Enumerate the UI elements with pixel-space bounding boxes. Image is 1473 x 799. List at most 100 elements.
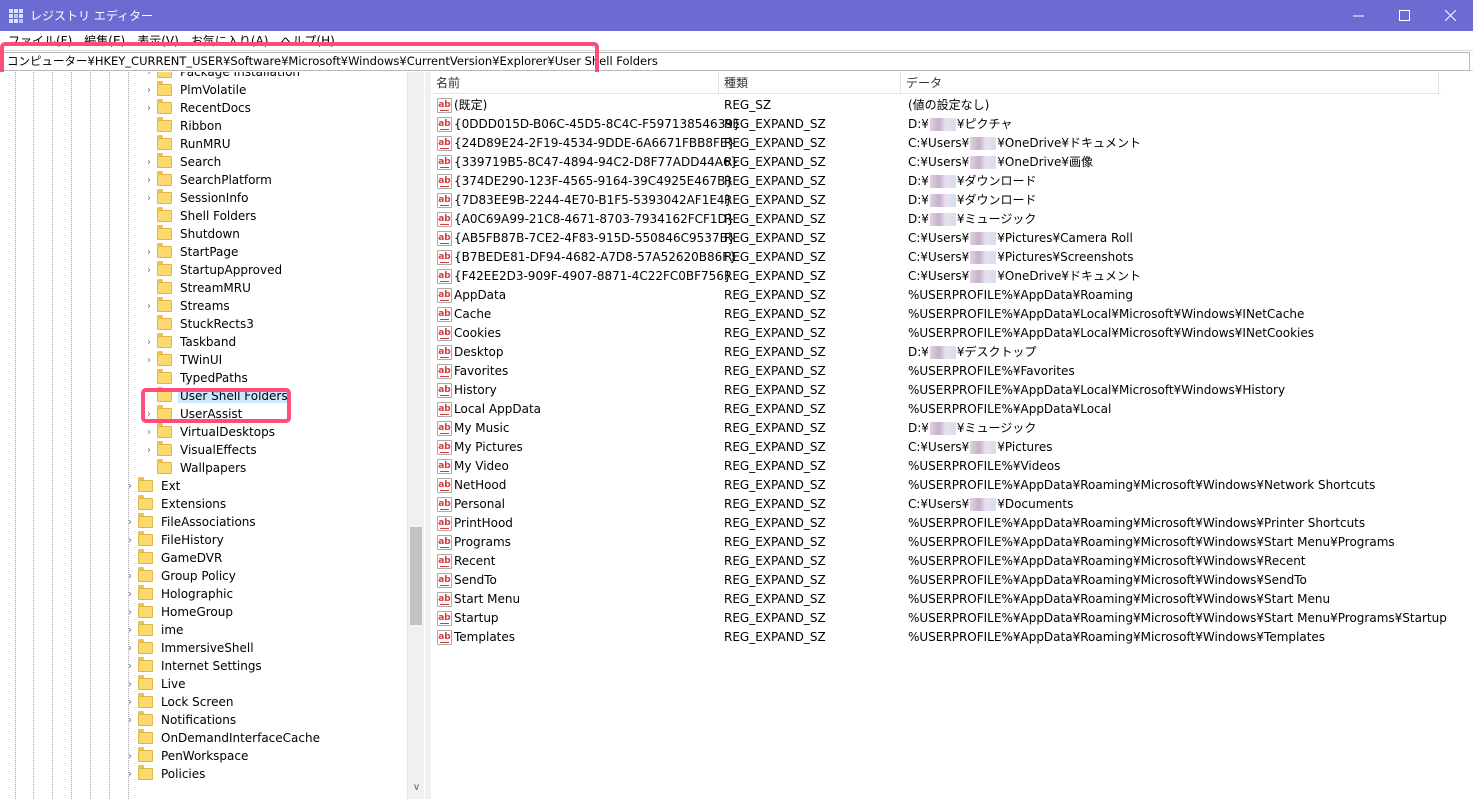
tree-node[interactable]: › FileAssociations — [124, 513, 258, 531]
tree-node[interactable]: › Package Installation — [143, 72, 302, 81]
chevron-right-icon[interactable]: › — [143, 337, 155, 348]
maximize-button[interactable] — [1381, 0, 1427, 31]
chevron-right-icon[interactable]: › — [124, 571, 136, 582]
tree-node[interactable]: › Notifications — [124, 711, 238, 729]
minimize-button[interactable] — [1335, 0, 1381, 31]
chevron-right-icon[interactable]: › — [143, 103, 155, 114]
value-row[interactable]: ab My Video REG_EXPAND_SZ %USERPROFILE%¥Vid… — [431, 457, 1471, 476]
menu-edit[interactable]: 編集(E) — [84, 32, 125, 49]
tree-node[interactable]: › RecentDocs — [143, 99, 253, 117]
value-row[interactable]: ab {0DDD015D-B06C-45D5-8C4C-F59713854639}… — [431, 115, 1471, 134]
scrollbar-thumb[interactable] — [410, 527, 422, 625]
chevron-right-icon[interactable]: › — [143, 427, 155, 438]
chevron-right-icon[interactable]: › — [124, 751, 136, 762]
tree-node[interactable]: › StartPage — [143, 243, 240, 261]
value-row[interactable]: ab SendTo REG_EXPAND_SZ %USERPROFILE%¥AppDa… — [431, 571, 1471, 590]
value-row[interactable]: ab {A0C69A99-21C8-4671-8703-7934162FCF1D}… — [431, 210, 1471, 229]
value-row[interactable]: ab {AB5FB87B-7CE2-4F83-915D-550846C9537B}… — [431, 229, 1471, 248]
value-row[interactable]: ab {7D83EE9B-2244-4E70-B1F5-5393042AF1E4}… — [431, 191, 1471, 210]
tree-node[interactable]: › Lock Screen — [124, 693, 235, 711]
chevron-right-icon[interactable]: › — [124, 715, 136, 726]
values-list[interactable]: 名前 種類 データ ab (既定) REG_SZ (値の設定なし) ab {0DDD015… — [431, 72, 1473, 799]
tree-node[interactable]: TypedPaths — [143, 369, 250, 387]
chevron-right-icon[interactable]: › — [143, 85, 155, 96]
chevron-right-icon[interactable]: › — [143, 355, 155, 366]
tree-node[interactable]: Shutdown — [143, 225, 242, 243]
tree-node[interactable]: Ribbon — [143, 117, 224, 135]
value-row[interactable]: ab {374DE290-123F-4565-9164-39C4925E467B}… — [431, 172, 1471, 191]
chevron-right-icon[interactable]: › — [124, 697, 136, 708]
chevron-right-icon[interactable]: › — [124, 589, 136, 600]
tree-node[interactable]: › SessionInfo — [143, 189, 251, 207]
menu-view[interactable]: 表示(V) — [137, 32, 179, 49]
tree-node[interactable]: › Live — [124, 675, 188, 693]
tree-node[interactable]: › Internet Settings — [124, 657, 264, 675]
value-row[interactable]: ab Personal REG_EXPAND_SZ C:¥Users¥ ¥Documen… — [431, 495, 1471, 514]
value-row[interactable]: ab AppData REG_EXPAND_SZ %USERPROFILE%¥AppD… — [431, 286, 1471, 305]
value-row[interactable]: ab Recent REG_EXPAND_SZ %USERPROFILE%¥AppDa… — [431, 552, 1471, 571]
chevron-right-icon[interactable]: › — [143, 193, 155, 204]
address-input[interactable]: コンピューター¥HKEY_CURRENT_USER¥Software¥Micro… — [0, 52, 1470, 71]
chevron-right-icon[interactable]: › — [124, 661, 136, 672]
value-row[interactable]: ab (既定) REG_SZ (値の設定なし) — [431, 96, 1471, 115]
chevron-right-icon[interactable]: › — [143, 157, 155, 168]
value-row[interactable]: ab NetHood REG_EXPAND_SZ %USERPROFILE%¥AppD… — [431, 476, 1471, 495]
chevron-right-icon[interactable]: › — [143, 301, 155, 312]
value-row[interactable]: ab Favorites REG_EXPAND_SZ %USERPROFILE%¥Fa… — [431, 362, 1471, 381]
tree-node[interactable]: › FileHistory — [124, 531, 226, 549]
chevron-right-icon[interactable]: › — [143, 445, 155, 456]
chevron-right-icon[interactable]: › — [143, 265, 155, 276]
tree-node[interactable]: OnDemandInterfaceCache — [124, 729, 322, 747]
chevron-right-icon[interactable]: › — [124, 643, 136, 654]
value-row[interactable]: ab {339719B5-8C47-4894-94C2-D8F77ADD44A6}… — [431, 153, 1471, 172]
tree-node[interactable]: › TWinUI — [143, 351, 224, 369]
chevron-right-icon[interactable]: › — [124, 481, 136, 492]
tree-node[interactable]: › ime — [124, 621, 185, 639]
value-row[interactable]: ab Cookies REG_EXPAND_SZ %USERPROFILE%¥AppD… — [431, 324, 1471, 343]
tree-node[interactable]: › Search — [143, 153, 223, 171]
tree-node[interactable]: Extensions — [124, 495, 228, 513]
column-data[interactable]: データ — [901, 72, 1439, 94]
chevron-right-icon[interactable]: › — [143, 175, 155, 186]
tree-node[interactable]: › StartupApproved — [143, 261, 284, 279]
menu-favorites[interactable]: お気に入り(A) — [191, 32, 269, 49]
tree-node[interactable]: › Ext — [124, 477, 182, 495]
value-row[interactable]: ab Desktop REG_EXPAND_SZ D:¥ ¥デスクトップ — [431, 343, 1471, 362]
tree-node[interactable]: › Streams — [143, 297, 232, 315]
close-button[interactable] — [1427, 0, 1473, 31]
tree-node[interactable]: › Group Policy — [124, 567, 238, 585]
menu-file[interactable]: ファイル(F) — [8, 32, 72, 49]
chevron-right-icon[interactable]: › — [143, 409, 155, 420]
tree-node[interactable]: Shell Folders — [143, 207, 258, 225]
value-row[interactable]: ab Programs REG_EXPAND_SZ %USERPROFILE%¥App… — [431, 533, 1471, 552]
chevron-right-icon[interactable]: › — [124, 625, 136, 636]
value-row[interactable]: ab {24D89E24-2F19-4534-9DDE-6A6671FBB8FE}… — [431, 134, 1471, 153]
tree-node[interactable]: › VisualEffects — [143, 441, 259, 459]
tree-node[interactable]: › Taskband — [143, 333, 238, 351]
chevron-right-icon[interactable]: › — [143, 247, 155, 258]
tree-node[interactable]: RunMRU — [143, 135, 232, 153]
tree-node[interactable]: StreamMRU — [143, 279, 253, 297]
tree-node[interactable]: Wallpapers — [143, 459, 248, 477]
tree-node[interactable]: › ImmersiveShell — [124, 639, 256, 657]
value-row[interactable]: ab My Music REG_EXPAND_SZ D:¥ ¥ミュージック — [431, 419, 1471, 438]
tree-node-selected[interactable]: User Shell Folders — [143, 387, 290, 405]
tree-node[interactable]: › HomeGroup — [124, 603, 235, 621]
tree-node[interactable]: StuckRects3 — [143, 315, 256, 333]
tree-node[interactable]: › Holographic — [124, 585, 235, 603]
value-row[interactable]: ab Local AppData REG_EXPAND_SZ %USERPROFILE… — [431, 400, 1471, 419]
value-row[interactable]: ab Templates REG_EXPAND_SZ %USERPROFILE%¥Ap… — [431, 628, 1471, 647]
scroll-down-icon[interactable]: ∨ — [408, 782, 425, 796]
tree-node[interactable]: GameDVR — [124, 549, 224, 567]
tree-node[interactable]: › UserAssist — [143, 405, 244, 423]
menu-help[interactable]: ヘルプ(H) — [280, 32, 334, 49]
value-row[interactable]: ab History REG_EXPAND_SZ %USERPROFILE%¥AppD… — [431, 381, 1471, 400]
tree-node[interactable]: › Policies — [124, 765, 207, 783]
tree-scrollbar[interactable]: ∨ — [407, 72, 424, 799]
value-row[interactable]: ab PrintHood REG_EXPAND_SZ %USERPROFILE%¥Ap… — [431, 514, 1471, 533]
value-row[interactable]: ab {F42EE2D3-909F-4907-8871-4C22FC0BF756}… — [431, 267, 1471, 286]
chevron-right-icon[interactable]: › — [124, 679, 136, 690]
tree-node[interactable]: › PlmVolatile — [143, 81, 248, 99]
column-type[interactable]: 種類 — [719, 72, 901, 94]
key-tree[interactable]: › Package Installation › PlmVolatile › Recent… — [0, 72, 425, 799]
